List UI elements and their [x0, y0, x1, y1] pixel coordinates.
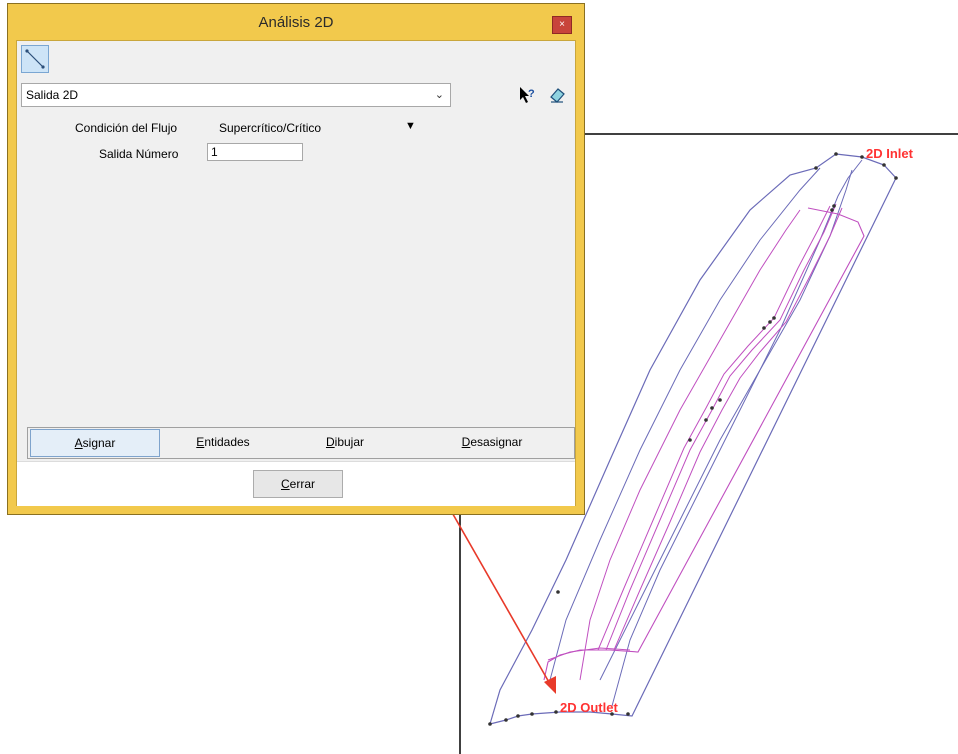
eraser-icon: [550, 88, 565, 103]
outlet-number-input[interactable]: [207, 143, 303, 161]
chevron-down-icon: ⌄: [434, 89, 444, 101]
flow-condition-select[interactable]: Supercrítico/Crítico: [219, 121, 321, 135]
assign-mnemonic: A: [74, 436, 83, 450]
thalweg-line: [599, 169, 853, 681]
draw-button[interactable]: Dibujar: [290, 429, 400, 455]
close-label: errar: [289, 477, 315, 491]
unassign-button[interactable]: Desasignar: [422, 429, 562, 455]
dialog-footer: Cerrar: [17, 461, 575, 506]
draw-label: ibujar: [334, 435, 365, 449]
channel-center-1: [605, 203, 837, 651]
line-tool-button[interactable]: [21, 45, 49, 73]
analysis-2d-dialog: Análisis 2D × Salida 2D ⌄ ? Condición de…: [8, 4, 584, 514]
entities-button[interactable]: Entidades: [168, 429, 278, 455]
channel-bottom-cap: [547, 647, 631, 661]
line-tool-icon: [25, 49, 45, 69]
context-help-button[interactable]: ?: [517, 85, 537, 105]
inlet-label: 2D Inlet: [866, 146, 914, 161]
close-mnemonic: C: [280, 477, 290, 491]
outlet-number-label: Salida Número: [99, 147, 179, 161]
svg-text:?: ?: [528, 88, 535, 100]
window-title: Análisis 2D: [258, 14, 334, 31]
context-help-icon: ?: [520, 87, 535, 103]
output-type-select[interactable]: Salida 2D ⌄: [21, 83, 451, 107]
flow-condition-label: Condición del Flujo: [75, 121, 178, 135]
right-bank-line: [611, 159, 863, 707]
channel-outline-left: [579, 209, 801, 681]
dialog-client-area: Salida 2D ⌄ ? Condición del Flujo Superc…: [16, 40, 576, 506]
unassign-label: esasignar: [470, 435, 523, 449]
unassign-mnemonic: D: [461, 435, 471, 449]
close-dialog-button[interactable]: Cerrar: [253, 470, 343, 498]
dropdown-arrow-icon[interactable]: ▼: [405, 120, 416, 132]
eraser-button[interactable]: [547, 85, 567, 105]
output-type-value: Salida 2D: [26, 88, 79, 102]
entities-label: ntidades: [204, 435, 250, 449]
outlet-label: 2D Outlet: [560, 700, 618, 715]
assign-button[interactable]: Asignar: [30, 429, 160, 457]
left-bank-line: [549, 167, 821, 681]
action-button-bar: Asignar Entidades Dibujar Desasignar: [27, 427, 575, 459]
draw-mnemonic: D: [325, 435, 335, 449]
title-bar[interactable]: Análisis 2D ×: [8, 4, 584, 40]
close-button[interactable]: ×: [552, 16, 572, 34]
assign-label: signar: [82, 436, 116, 450]
